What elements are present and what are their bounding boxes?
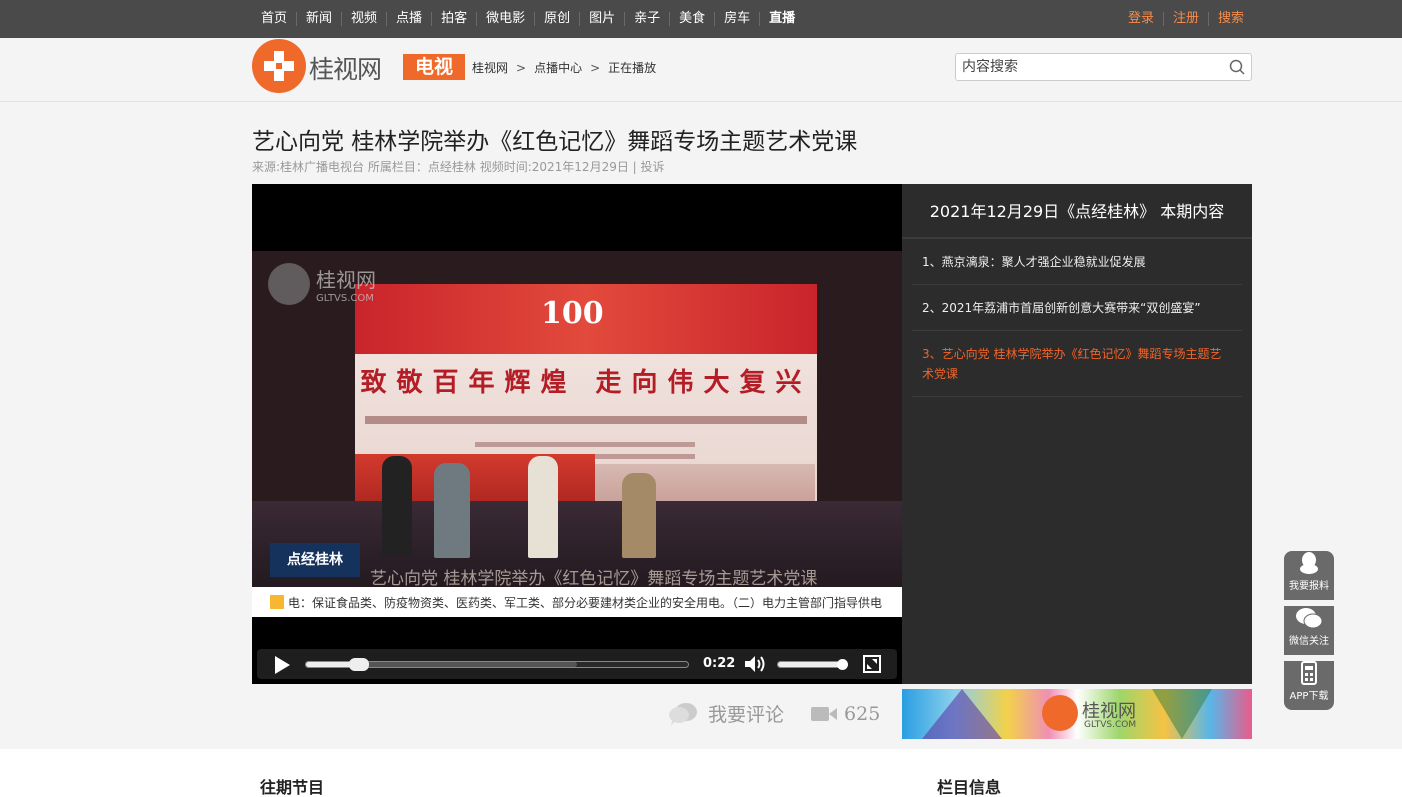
past-episodes-heading: 往期节目 (260, 778, 325, 797)
phone-icon (1301, 661, 1317, 685)
playlist-item[interactable]: 2、2021年荔浦市首届创新创意大赛带来“双创盛宴” (912, 285, 1242, 331)
video-frame[interactable]: 100 致敬百年辉煌 走向伟大复兴 桂视网 GLTVS.COM 点经桂林 艺心向… (252, 251, 902, 617)
breadcrumb: 桂视网 > 点播中心 > 正在播放 (472, 59, 656, 76)
wechat-label: 微信关注 (1289, 636, 1329, 647)
performer (622, 473, 656, 558)
video-date: 视频时间:2021年12月29日 (479, 160, 629, 174)
program-logo: 点经桂林 (270, 543, 360, 577)
main-nav: 首页 新闻 视频 点播 拍客 微电影 原创 图片 亲子 美食 房车 直播 (252, 0, 804, 38)
watermark-sub: GLTVS.COM (316, 293, 374, 304)
progress-bar[interactable] (305, 658, 689, 671)
app-download-label: APP下载 (1289, 691, 1329, 702)
performer (434, 463, 470, 558)
nav-item[interactable]: 点播 (386, 12, 431, 26)
nav-item[interactable]: 微电影 (476, 12, 534, 26)
breadcrumb-separator: > (590, 60, 601, 75)
nav-item[interactable]: 拍客 (431, 12, 476, 26)
video-meta: 来源:桂林广播电视台 所属栏目：点经桂林 视频时间:2021年12月29日 | … (252, 158, 665, 175)
nav-item[interactable]: 视频 (341, 12, 386, 26)
volume-slider[interactable] (777, 659, 848, 670)
volume-fill (778, 662, 843, 667)
performer (528, 456, 558, 558)
nav-item[interactable]: 房车 (714, 12, 759, 26)
report-button[interactable]: 我要报料 (1284, 551, 1334, 600)
watermark-logo-icon (268, 263, 310, 305)
comment-icon[interactable] (668, 701, 698, 727)
screen-number: 100 (541, 296, 604, 331)
search-input[interactable] (956, 54, 1224, 80)
ad-logo-icon (1042, 695, 1078, 731)
site-header: 桂视网 电视 桂视网 > 点播中心 > 正在播放 (0, 38, 1402, 102)
performer (382, 456, 412, 556)
volume-icon[interactable] (743, 655, 767, 673)
ticker-text: 电：保证食品类、防疫物资类、医药类、军工类、部分必要建材类企业的安全用电。（二）… (288, 596, 883, 610)
video-count-icon (811, 706, 838, 721)
breadcrumb-separator: > (516, 60, 527, 75)
report-label: 我要报料 (1289, 581, 1329, 592)
user-links: 登录 注册 搜索 (1119, 0, 1252, 38)
nav-item[interactable]: 亲子 (624, 12, 669, 26)
column-info-heading: 栏目信息 (937, 778, 1002, 797)
search-icon[interactable] (1229, 59, 1245, 75)
screen-slogan: 致敬百年辉煌 走向伟大复兴 (360, 368, 812, 398)
video-player[interactable]: 100 致敬百年辉煌 走向伟大复兴 桂视网 GLTVS.COM 点经桂林 艺心向… (252, 184, 902, 684)
current-time: 0:22 (703, 656, 736, 671)
lower-section: 往期节目 栏目信息 (0, 749, 1402, 797)
player-controls: 0:22 (257, 649, 897, 679)
search-box (955, 53, 1252, 81)
playlist: 1、燕京漓泉：聚人才强企业稳就业促发展 2、2021年荔浦市首届创新创意大赛带来“… (912, 239, 1242, 397)
comment-button[interactable]: 我要评论 (708, 700, 784, 727)
nav-item[interactable]: 首页 (252, 12, 296, 26)
view-count: 625 (844, 702, 881, 725)
qq-icon (1300, 552, 1318, 574)
news-ticker: 电：保证食品类、防疫物资类、医药类、军工类、部分必要建材类企业的安全用电。（二）… (252, 587, 902, 617)
breadcrumb-vod-center[interactable]: 点播中心 (534, 59, 582, 76)
video-title: 艺心向党 桂林学院举办《红色记忆》舞蹈专场主题艺术党课 (252, 129, 858, 155)
search-link[interactable]: 搜索 (1207, 12, 1252, 26)
fullscreen-icon[interactable] (863, 655, 881, 673)
breadcrumb-home[interactable]: 桂视网 (472, 59, 508, 76)
ad-sub-text: GLTVS.COM (1084, 720, 1137, 730)
register-link[interactable]: 注册 (1162, 12, 1208, 26)
floating-toolbar: 我要报料 微信关注 APP下载 (1284, 545, 1334, 712)
breadcrumb-now-playing: 正在播放 (608, 61, 657, 75)
nav-item[interactable]: 美食 (669, 12, 714, 26)
playlist-item[interactable]: 3、艺心向党 桂林学院举办《红色记忆》舞蹈专场主题艺术党课 (912, 331, 1242, 397)
video-watermark: 桂视网 GLTVS.COM (268, 263, 376, 305)
wechat-icon (1296, 608, 1323, 629)
app-download-button[interactable]: APP下载 (1284, 661, 1334, 710)
video-caption: 艺心向党 桂林学院举办《红色记忆》舞蹈专场主题艺术党课 (370, 569, 818, 589)
complain-link[interactable]: 投诉 (641, 160, 665, 174)
playlist-item[interactable]: 1、燕京漓泉：聚人才强企业稳就业促发展 (912, 239, 1242, 285)
site-logo[interactable] (252, 39, 306, 93)
nav-item[interactable]: 图片 (579, 12, 624, 26)
stage-screen: 100 致敬百年辉煌 走向伟大复兴 (355, 284, 817, 516)
tv-badge[interactable]: 电视 (403, 54, 465, 80)
watermark-text: 桂视网 (316, 268, 376, 292)
login-link[interactable]: 登录 (1119, 12, 1163, 26)
nav-item[interactable]: 直播 (759, 12, 804, 26)
video-source: 来源:桂林广播电视台 (252, 160, 365, 174)
playlist-title: 2021年12月29日《点经桂林》 本期内容 (902, 184, 1252, 239)
playlist-panel: 2021年12月29日《点经桂林》 本期内容 1、燕京漓泉：聚人才强企业稳就业促… (902, 184, 1252, 684)
wechat-button[interactable]: 微信关注 (1284, 606, 1334, 655)
ad-banner[interactable]: 桂视网 GLTVS.COM (902, 689, 1252, 739)
nav-item[interactable]: 新闻 (296, 12, 341, 26)
logo-text[interactable]: 桂视网 (309, 50, 382, 86)
video-column[interactable]: 所属栏目：点经桂林 (368, 160, 476, 174)
progress-handle[interactable] (349, 658, 370, 671)
play-icon[interactable] (275, 656, 290, 674)
meta-divider: | (632, 160, 637, 174)
top-nav: 首页 新闻 视频 点播 拍客 微电影 原创 图片 亲子 美食 房车 直播 登录 注册 搜索 (0, 0, 1402, 38)
video-stats: 我要评论 625 (668, 700, 880, 727)
top-nav-inner: 首页 新闻 视频 点播 拍客 微电影 原创 图片 亲子 美食 房车 直播 登录 注册 搜索 (252, 0, 1252, 38)
nav-item[interactable]: 原创 (534, 12, 579, 26)
volume-handle[interactable] (836, 659, 848, 670)
